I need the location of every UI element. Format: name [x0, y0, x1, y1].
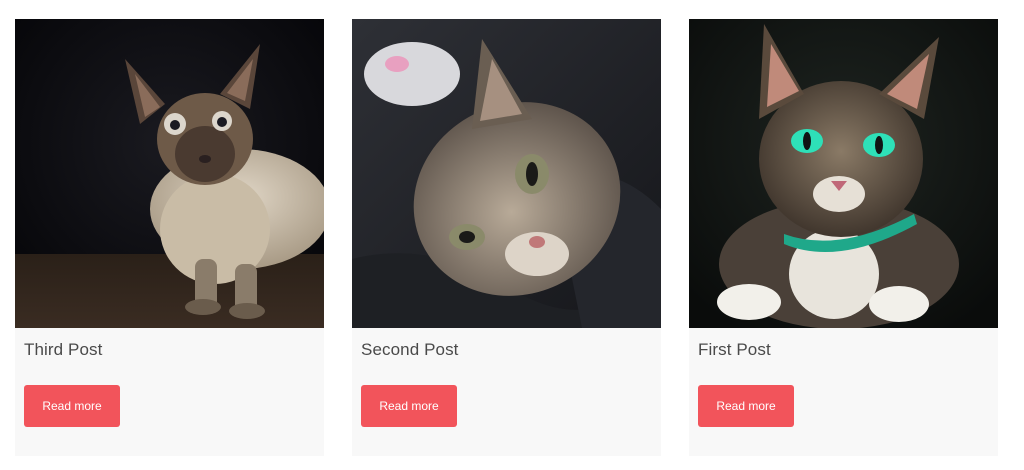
post-card: Third Post Read more — [15, 19, 324, 456]
post-thumbnail-image — [352, 19, 661, 328]
read-more-button[interactable]: Read more — [698, 385, 794, 427]
post-card: First Post Read more — [689, 19, 998, 456]
post-thumbnail-image — [15, 19, 324, 328]
post-thumbnail-image — [689, 19, 998, 328]
post-thumbnail-link[interactable] — [15, 19, 324, 328]
post-thumbnail-link[interactable] — [352, 19, 661, 328]
posts-grid: Third Post Read more Second Post Read mo… — [0, 0, 1024, 470]
post-title[interactable]: First Post — [698, 340, 771, 360]
post-thumbnail-link[interactable] — [689, 19, 998, 328]
post-card: Second Post Read more — [352, 19, 661, 456]
read-more-button[interactable]: Read more — [24, 385, 120, 427]
post-title[interactable]: Third Post — [24, 340, 102, 360]
post-title[interactable]: Second Post — [361, 340, 459, 360]
read-more-button[interactable]: Read more — [361, 385, 457, 427]
